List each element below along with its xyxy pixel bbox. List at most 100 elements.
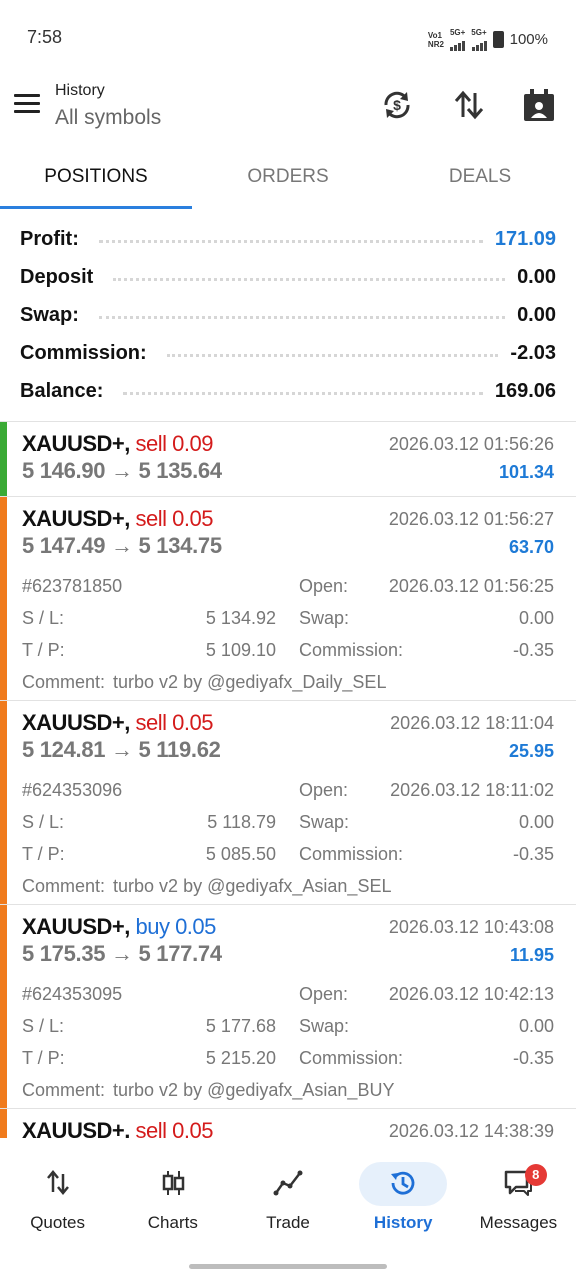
tp-label: T / P: <box>22 1048 65 1068</box>
tab-orders[interactable]: ORDERS <box>192 154 384 210</box>
nav-quotes[interactable]: Quotes <box>0 1138 115 1248</box>
symbol-filter[interactable]: All symbols <box>55 106 161 130</box>
signal-1: 5G+ <box>450 28 466 51</box>
sort-icon[interactable] <box>452 88 486 122</box>
positions-list[interactable]: XAUUSD+, sell 0.09 2026.03.12 01:56:26 5… <box>0 422 576 1138</box>
history-tabs: POSITIONS ORDERS DEALS <box>0 154 576 210</box>
detail-row: S / L: 5 177.68 Swap: 0.00 <box>22 1011 554 1043</box>
commission-label: Commission: <box>299 640 404 660</box>
summary-label: Swap: <box>20 303 87 327</box>
summary-value: 169.06 <box>494 379 556 402</box>
app-bar: History All symbols $ <box>0 76 576 154</box>
sl-label: S / L: <box>22 1016 65 1036</box>
position-symbol: XAUUSD+, sell 0.05 <box>22 710 213 735</box>
nav-messages[interactable]: 8 Messages <box>461 1138 576 1248</box>
summary-row-commission: Commission: -2.03 <box>0 334 576 372</box>
open-label: Open: <box>299 780 349 800</box>
status-stripe <box>0 497 7 700</box>
position-side: sell 0.05 <box>135 710 213 735</box>
summary-label: Profit: <box>20 227 87 251</box>
position-item[interactable]: XAUUSD+, sell 0.09 2026.03.12 01:56:26 5… <box>0 422 576 497</box>
page-title: History <box>55 82 105 99</box>
summary-value: 0.00 <box>517 303 556 326</box>
unread-badge: 8 <box>524 1164 547 1186</box>
detail-row: S / L: 5 118.79 Swap: 0.00 <box>22 807 554 839</box>
sl-value: 5 134.92 <box>205 608 276 628</box>
summary-label: Commission: <box>20 341 155 365</box>
dotted-leader <box>98 239 483 243</box>
summary-row-profit: Profit: 171.09 <box>0 220 576 258</box>
comment-label: Comment: <box>22 1080 106 1100</box>
summary-value: 171.09 <box>494 227 556 250</box>
nav-label: History <box>373 1213 433 1232</box>
status-bar: 7:58 Vo1 NR2 5G+ 5G+ 100% <box>0 0 576 76</box>
sl-label: S / L: <box>22 812 65 832</box>
summary-value: -2.03 <box>510 341 556 364</box>
tab-positions[interactable]: POSITIONS <box>0 154 192 210</box>
candles-icon <box>162 1171 185 1195</box>
swap-value: 0.00 <box>518 608 554 628</box>
position-item[interactable]: XAUUSD+, buy 0.05 2026.03.12 10:43:08 5 … <box>0 905 576 1109</box>
position-time: 2026.03.12 10:43:08 <box>388 917 554 937</box>
position-time: 2026.03.12 01:56:26 <box>388 434 554 454</box>
nav-label: Charts <box>147 1213 198 1232</box>
commission-value: -0.35 <box>512 844 554 864</box>
summary-value: 0.00 <box>517 265 556 288</box>
swap-label: Swap: <box>299 1016 350 1036</box>
dotted-leader <box>166 353 499 357</box>
arrows-updown-icon <box>46 1170 69 1195</box>
tp-value: 5 215.20 <box>205 1048 276 1068</box>
position-comment: Comment: turbo v2 by @gediyafx_Asian_BUY <box>22 1075 554 1111</box>
volte-indicator: Vo1 NR2 <box>427 30 444 49</box>
position-side: sell 0.05 <box>135 1118 213 1138</box>
summary-row-deposit: Deposit 0.00 <box>0 258 576 296</box>
detail-row: #624353096 Open: 2026.03.12 18:11:02 <box>22 775 554 807</box>
ticket-number: #624353095 <box>22 984 123 1004</box>
position-profit: 11.95 <box>509 945 554 965</box>
history-clock-icon <box>391 1171 415 1195</box>
status-stripe <box>0 905 7 1108</box>
tp-label: T / P: <box>22 844 65 864</box>
detail-row: T / P: 5 085.50 Commission: -0.35 <box>22 839 554 871</box>
home-indicator[interactable] <box>189 1264 387 1269</box>
svg-text:$: $ <box>393 97 401 113</box>
comment-text: turbo v2 by @gediyafx_Daily_SEL <box>113 672 387 692</box>
menu-icon[interactable] <box>14 94 40 116</box>
position-symbol: XAUUSD+, sell 0.09 <box>22 431 213 456</box>
open-time: 2026.03.12 01:56:25 <box>388 576 554 596</box>
status-stripe <box>0 1109 7 1138</box>
position-profit: 25.95 <box>508 741 554 761</box>
detail-row: T / P: 5 109.10 Commission: -0.35 <box>22 635 554 667</box>
tp-label: T / P: <box>22 640 65 660</box>
currency-refresh-icon[interactable]: $ <box>380 88 414 122</box>
tab-deals[interactable]: DEALS <box>384 154 576 210</box>
commission-label: Commission: <box>299 1048 404 1068</box>
position-prices: 5 175.35 → 5 177.74 <box>22 941 222 966</box>
nav-trade[interactable]: Trade <box>230 1138 345 1248</box>
summary-row-balance: Balance: 169.06 <box>0 372 576 410</box>
dotted-leader <box>113 277 506 281</box>
nav-label: Quotes <box>30 1213 85 1232</box>
position-side: sell 0.09 <box>135 431 213 456</box>
position-item[interactable]: XAUUSD+, sell 0.05 2026.03.12 14:38:39 <box>0 1109 576 1138</box>
open-time: 2026.03.12 10:42:13 <box>388 984 554 1004</box>
position-comment: Comment: turbo v2 by @gediyafx_Asian_SEL <box>22 871 554 907</box>
open-time: 2026.03.12 18:11:02 <box>390 780 554 800</box>
position-side: sell 0.05 <box>135 506 213 531</box>
position-item[interactable]: XAUUSD+, sell 0.05 2026.03.12 01:56:27 5… <box>0 497 576 701</box>
comment-text: turbo v2 by @gediyafx_Asian_SEL <box>113 876 392 896</box>
summary-panel: Profit: 171.09 Deposit 0.00 Swap: 0.00 C… <box>0 220 576 410</box>
ticket-number: #623781850 <box>22 576 123 596</box>
summary-label: Balance: <box>20 379 112 403</box>
nav-history[interactable]: History <box>346 1138 461 1248</box>
sl-label: S / L: <box>22 608 65 628</box>
position-side: buy 0.05 <box>135 914 216 939</box>
nav-charts[interactable]: Charts <box>115 1138 230 1248</box>
calendar-icon[interactable] <box>522 88 556 122</box>
tp-value: 5 085.50 <box>205 844 276 864</box>
position-time: 2026.03.12 14:38:39 <box>388 1121 554 1138</box>
ticket-number: #624353096 <box>22 780 123 800</box>
detail-row: #623781850 Open: 2026.03.12 01:56:25 <box>22 571 554 603</box>
position-item[interactable]: XAUUSD+, sell 0.05 2026.03.12 18:11:04 5… <box>0 701 576 905</box>
comment-label: Comment: <box>22 672 106 692</box>
